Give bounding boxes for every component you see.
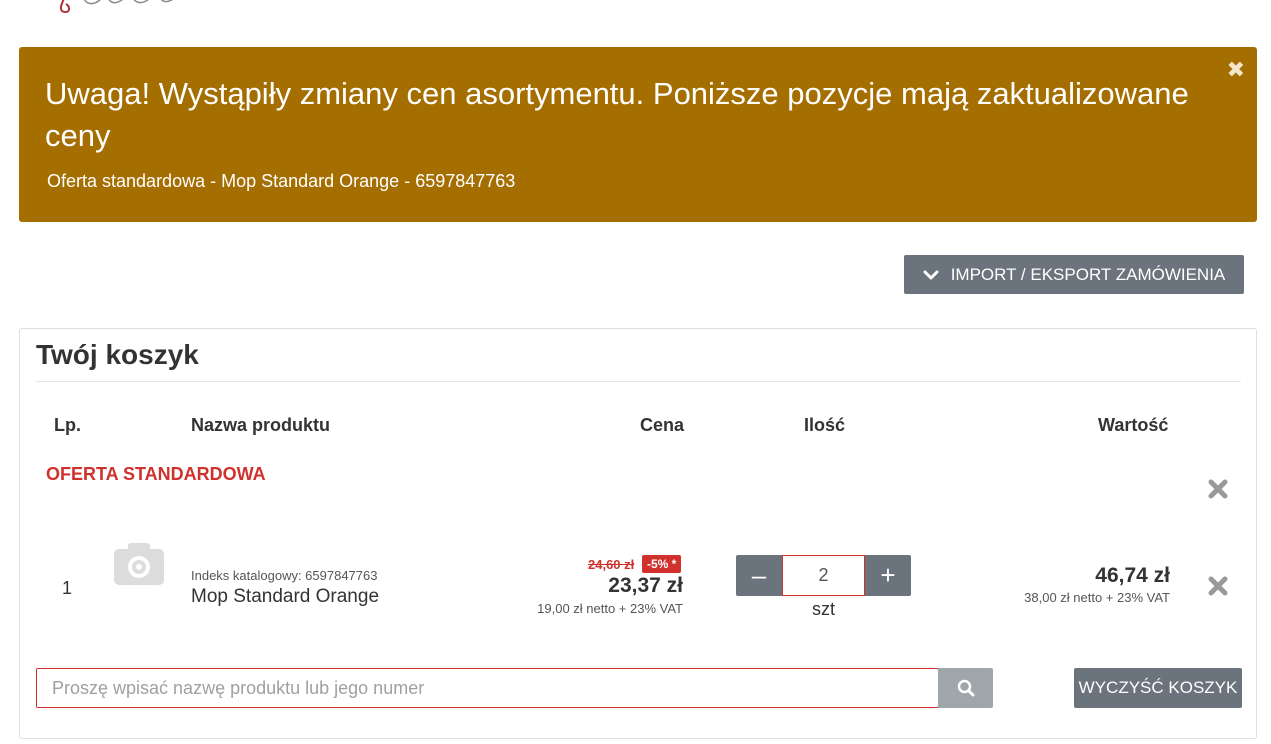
search-icon — [957, 679, 974, 697]
column-header-lp: Lp. — [54, 415, 81, 435]
discount-badge: -5% * — [642, 555, 682, 573]
quantity-unit: szt — [811, 599, 835, 619]
increase-quantity-button[interactable]: + — [865, 555, 911, 596]
column-header-value: Wartość — [1098, 415, 1169, 435]
remove-item-icon[interactable] — [1207, 575, 1229, 597]
line-value: 46,74 zł — [1095, 564, 1170, 587]
import-export-button[interactable]: IMPORT / EKSPORT ZAMÓWIENIA — [904, 255, 1244, 294]
product-search-input[interactable] — [36, 668, 939, 708]
column-header-price: Cena — [640, 415, 685, 435]
import-export-label: IMPORT / EKSPORT ZAMÓWIENIA — [950, 264, 1226, 284]
clear-cart-button[interactable]: WYCZYŚĆ KOSZYK — [1074, 668, 1242, 708]
column-header-name: Nazwa produktu — [191, 415, 331, 435]
divider — [36, 381, 1241, 382]
product-name[interactable]: Mop Standard Orange — [191, 586, 379, 608]
alert-title: Uwaga! Wystąpiły zmiany cen asortymentu.… — [45, 76, 1189, 153]
camera-icon — [114, 543, 164, 585]
search-button[interactable] — [938, 668, 993, 708]
old-price: 24,60 zł — [588, 557, 635, 572]
remove-group-icon[interactable] — [1207, 478, 1229, 500]
column-header-qty: Ilość — [804, 415, 846, 435]
price-change-alert: Uwaga! Wystąpiły zmiany cen asortymentu.… — [19, 47, 1257, 222]
quantity-input[interactable] — [782, 555, 865, 596]
row-number: 1 — [62, 578, 73, 598]
cart-title: Twój koszyk — [36, 339, 199, 370]
quantity-stepper: – + — [736, 555, 911, 596]
brand-logo — [60, 0, 173, 14]
decrease-quantity-button[interactable]: – — [736, 555, 782, 596]
alert-item: Oferta standardowa - Mop Standard Orange… — [47, 171, 516, 191]
close-icon[interactable]: ✖ — [1227, 57, 1245, 83]
chevron-down-icon — [923, 270, 939, 279]
unit-price-net: 19,00 zł netto + 23% VAT — [537, 601, 683, 616]
unit-price: 23,37 zł — [608, 574, 683, 597]
line-value-net: 38,00 zł netto + 23% VAT — [1024, 590, 1170, 605]
product-index: Indeks katalogowy: 6597847763 — [191, 568, 378, 583]
offer-group-label: OFERTA STANDARDOWA — [46, 464, 266, 484]
cart-panel: Twój koszyk Lp. Nazwa produktu Cena Iloś… — [19, 328, 1257, 739]
